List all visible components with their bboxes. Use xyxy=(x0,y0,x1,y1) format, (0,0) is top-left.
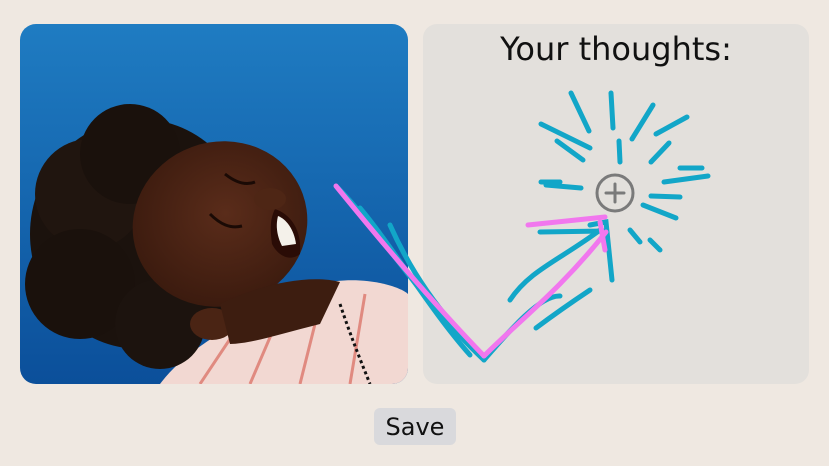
add-thought-button[interactable] xyxy=(595,173,635,213)
plus-circle-icon xyxy=(595,173,635,213)
save-button[interactable]: Save xyxy=(374,408,456,445)
photo-card xyxy=(20,24,408,384)
portrait-photo xyxy=(20,24,408,384)
app-root: Your thoughts: Save xyxy=(0,0,829,466)
thoughts-title: Your thoughts: xyxy=(500,30,732,68)
